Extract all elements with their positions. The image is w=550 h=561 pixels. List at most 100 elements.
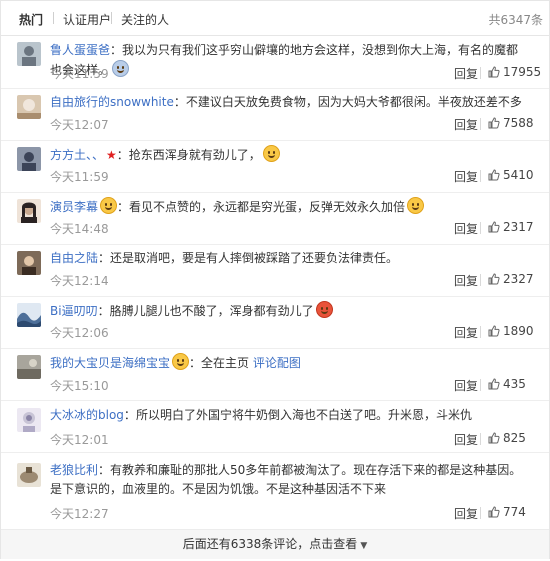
tab-divider [111, 12, 112, 24]
comment-content: 有教养和廉耻的那批人50多年前都被淘汰了。现在存活下来的都是这种基因。是下意识的… [50, 463, 522, 496]
like-count: 2317 [503, 220, 534, 234]
comment-time: 今天11:59 [50, 170, 109, 184]
avatar[interactable] [17, 95, 41, 119]
comment-username[interactable]: 我的大宝贝是海绵宝宝 [50, 356, 170, 370]
tab-following[interactable]: 关注的人 [121, 11, 169, 28]
avatar[interactable] [17, 251, 41, 275]
comment-time: 今天12:01 [50, 433, 109, 447]
like-button[interactable]: 1890 [488, 324, 534, 338]
comment-username[interactable]: 自由旅行的snowwhite [50, 95, 174, 109]
like-button[interactable]: 2317 [488, 220, 534, 234]
like-button[interactable]: 7588 [488, 116, 534, 130]
comment-username[interactable]: 演员李幕 [50, 200, 98, 214]
avatar[interactable] [17, 355, 41, 379]
comment-item: 演员李幕 ：看见不点赞的，永远都是穷光蛋，反弹无效永久加倍 今天14:48 回复 … [1, 193, 549, 245]
comment-separator: ： [116, 148, 129, 162]
like-count: 774 [503, 505, 526, 519]
action-divider [480, 379, 481, 391]
angry-emoji-icon [315, 301, 333, 318]
avatar[interactable] [17, 199, 41, 223]
grin-emoji-icon [262, 145, 280, 162]
avatar[interactable] [17, 42, 41, 66]
reply-button[interactable]: 回复 [454, 116, 478, 133]
like-count: 7588 [503, 116, 534, 130]
comment-item: 鲁人蛋蛋爸：我以为只有我们这乎穷山僻壤的地方会这样，没想到你大上海，有名的魔都也… [1, 37, 549, 89]
avatar[interactable] [17, 408, 41, 432]
reply-button[interactable]: 回复 [454, 431, 478, 448]
comment-time: 今天12:14 [50, 274, 109, 288]
like-button[interactable]: 825 [488, 431, 526, 445]
comment-time: 今天12:06 [50, 326, 109, 340]
comment-content: 抢东西浑身就有劲儿了， [128, 148, 261, 162]
comment-content: 不建议白天放免费食物，因为大妈大爷都很闲。半夜放还差不多 [185, 95, 522, 109]
comment-content: 胳膊儿腿儿也不酸了，浑身都有劲儿了 [109, 304, 314, 318]
comment-panel: 热门 认证用户 关注的人 共6347条 鲁人蛋蛋爸：我以为只有我们这乎穷山僻壤的… [0, 0, 550, 559]
reply-button[interactable]: 回复 [454, 505, 478, 522]
like-button[interactable]: 17955 [488, 65, 541, 79]
comment-separator: ： [117, 200, 130, 214]
tab-bar: 热门 认证用户 关注的人 共6347条 [1, 1, 549, 36]
comment-time: 今天15:10 [50, 379, 109, 393]
action-divider [480, 507, 481, 519]
avatar[interactable] [17, 463, 41, 487]
comment-username[interactable]: Bi逼叨叨 [50, 304, 98, 318]
thumbs-up-icon [488, 169, 500, 181]
comment-separator: ： [173, 95, 186, 109]
like-count: 5410 [503, 168, 534, 182]
action-divider [480, 274, 481, 286]
comment-username[interactable]: 大冰冰的blog [50, 408, 124, 422]
load-more-button[interactable]: 后面还有6338条评论，点击查看 ▼ [1, 529, 549, 559]
like-button[interactable]: 774 [488, 505, 526, 519]
comment-item: 我的大宝贝是海绵宝宝 ：全在主页 评论配图 今天15:10 回复 435 [1, 349, 549, 401]
comment-separator: ： [189, 356, 202, 370]
reply-button[interactable]: 回复 [454, 324, 478, 341]
comment-content: 看见不点赞的，永远都是穷光蛋，反弹无效永久加倍 [129, 200, 406, 214]
comment-text: 自由之陆：还是取消吧，要是有人摔倒被踩踏了还要负法律责任。 [50, 249, 530, 268]
like-button[interactable]: 2327 [488, 272, 534, 286]
thumbs-up-icon [488, 506, 500, 518]
like-button[interactable]: 435 [488, 377, 526, 391]
like-button[interactable]: 5410 [488, 168, 534, 182]
comment-content: 全在主页 [201, 356, 250, 370]
comment-username[interactable]: 自由之陆 [50, 251, 98, 265]
tab-verified-users[interactable]: 认证用户 [63, 11, 111, 28]
emoji-icon [100, 197, 118, 214]
comment-username[interactable]: 方方土、、 [50, 148, 104, 162]
like-count: 2327 [503, 272, 534, 286]
avatar[interactable] [17, 303, 41, 327]
comment-text: 自由旅行的snowwhite：不建议白天放免费食物，因为大妈大爷都很闲。半夜放还… [50, 93, 530, 112]
comment-username[interactable]: 鲁人蛋蛋爸 [50, 43, 110, 57]
comment-content: 所以明白了外国宁将牛奶倒入海也不白送了吧。升米恩，斗米仇 [135, 408, 472, 422]
thumbs-up-icon [488, 221, 500, 233]
comment-username[interactable]: 老狼比利 [50, 463, 98, 477]
action-divider [480, 170, 481, 182]
like-count: 825 [503, 431, 526, 445]
comment-separator: ： [98, 463, 111, 477]
action-divider [480, 118, 481, 130]
tab-hot[interactable]: 热门 [19, 11, 43, 28]
comment-time: 今天12:07 [50, 118, 109, 132]
thumbs-up-icon [488, 117, 500, 129]
like-count: 1890 [503, 324, 534, 338]
thumbs-up-icon [488, 432, 500, 444]
like-count: 17955 [503, 65, 542, 79]
emoji-icon [407, 197, 425, 214]
thumbs-up-icon [488, 325, 500, 337]
image-link[interactable]: 评论配图 [253, 356, 301, 370]
reply-button[interactable]: 回复 [454, 168, 478, 185]
comment-text: 大冰冰的blog：所以明白了外国宁将牛奶倒入海也不白送了吧。升米恩，斗米仇 [50, 406, 530, 425]
action-divider [480, 67, 481, 79]
comment-item: 大冰冰的blog：所以明白了外国宁将牛奶倒入海也不白送了吧。升米恩，斗米仇 今天… [1, 401, 549, 453]
reply-button[interactable]: 回复 [454, 272, 478, 289]
comment-total-count: 共6347条 [488, 13, 543, 27]
comment-time: 今天11:59 [50, 67, 109, 81]
comment-text: 我的大宝贝是海绵宝宝 ：全在主页 评论配图 [50, 353, 530, 373]
comment-text: Bi逼叨叨：胳膊儿腿儿也不酸了，浑身都有劲儿了 [50, 301, 530, 321]
reply-button[interactable]: 回复 [454, 65, 478, 82]
avatar[interactable] [17, 147, 41, 171]
reply-button[interactable]: 回复 [454, 220, 478, 237]
emoji-icon [112, 60, 130, 77]
comment-separator: ： [97, 304, 110, 318]
reply-button[interactable]: 回复 [454, 377, 478, 394]
thumbs-up-icon [488, 273, 500, 285]
